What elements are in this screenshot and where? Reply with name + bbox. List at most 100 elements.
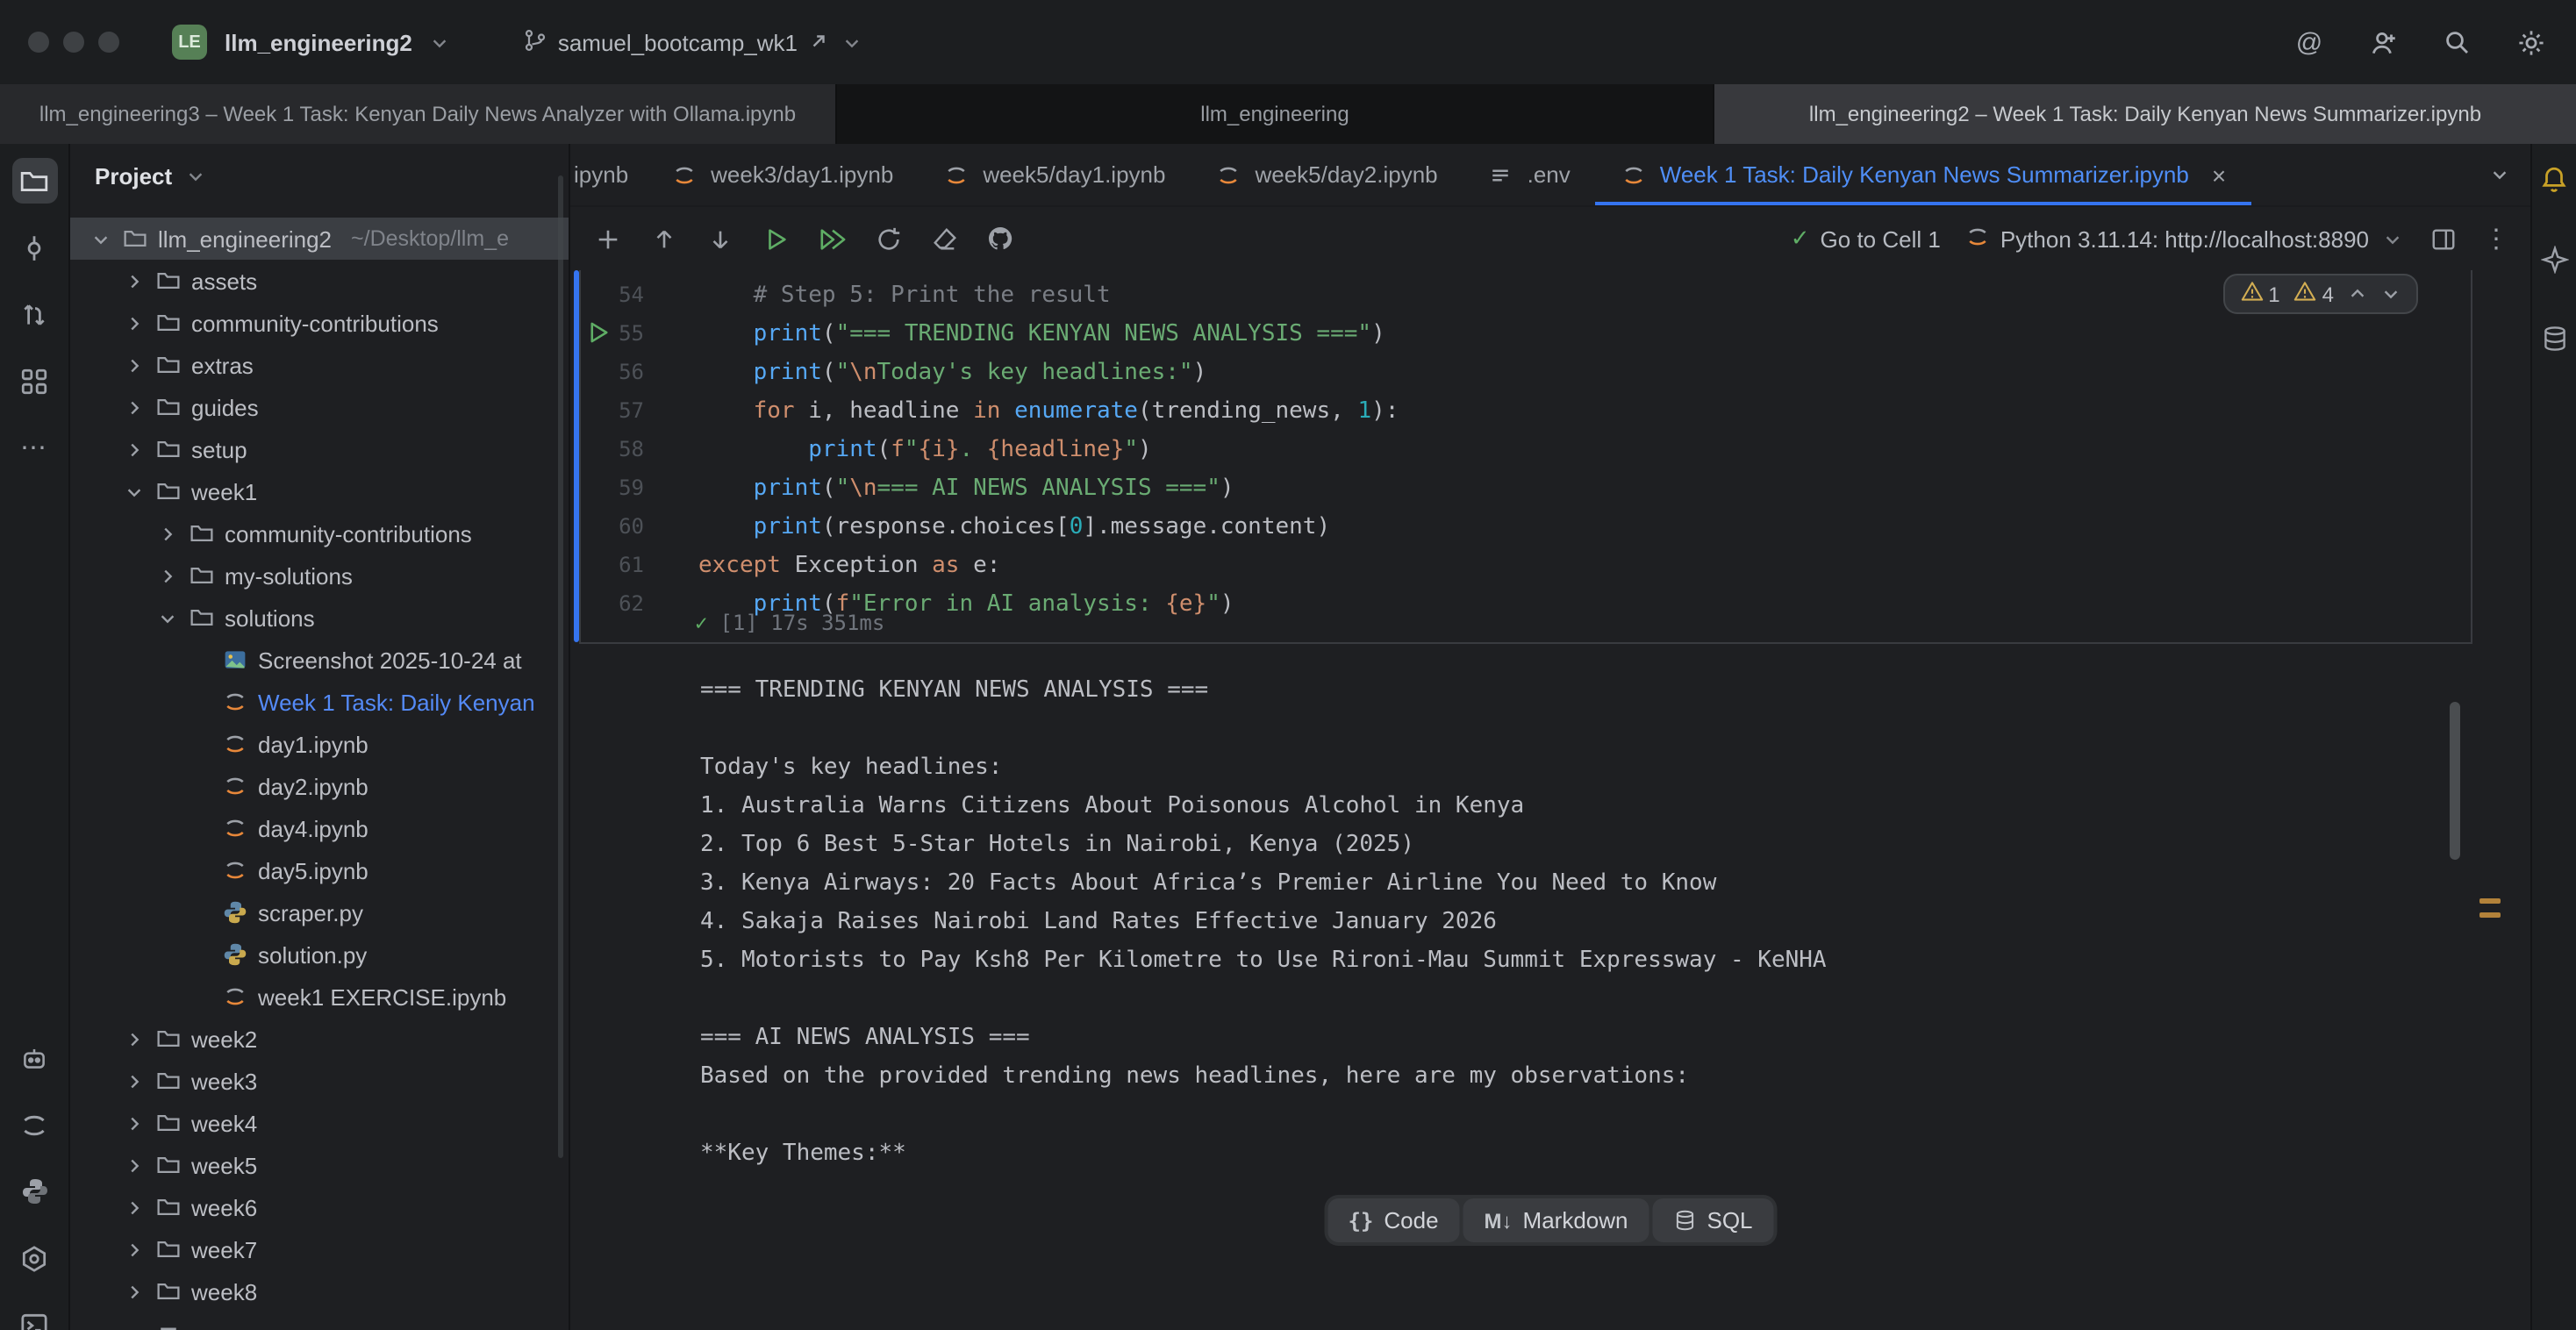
chevron-closed-icon[interactable] xyxy=(121,1113,146,1133)
minimize-window-button[interactable] xyxy=(63,32,84,53)
zoom-window-button[interactable] xyxy=(98,32,119,53)
tree-item[interactable]: day5.ipynb xyxy=(70,849,569,891)
tree-item[interactable]: .env xyxy=(70,1312,569,1330)
tree-item[interactable]: week4 xyxy=(70,1102,569,1144)
structure-tool-icon[interactable] xyxy=(11,358,57,404)
ai-chat-icon[interactable] xyxy=(2540,246,2568,279)
ai-assistant-tool-icon[interactable] xyxy=(11,1035,57,1081)
editor-tab[interactable]: week5/day1.ipynb xyxy=(918,144,1190,205)
chevron-open-icon[interactable] xyxy=(88,229,112,248)
search-icon[interactable] xyxy=(2439,25,2474,60)
tree-item[interactable]: guides xyxy=(70,386,569,428)
code-cell[interactable]: 54 # Step 5: Print the result55 print("=… xyxy=(579,275,2471,623)
run-cell-icon[interactable] xyxy=(760,223,791,254)
tree-item[interactable]: scraper.py xyxy=(70,891,569,933)
chevron-closed-icon[interactable] xyxy=(121,1029,146,1048)
tree-item[interactable]: week1 xyxy=(70,470,569,512)
database-icon[interactable] xyxy=(2540,325,2568,358)
tree-item[interactable]: Week 1 Task: Daily Kenyan xyxy=(70,681,569,723)
tree-item[interactable]: week2 xyxy=(70,1018,569,1060)
project-tool-icon[interactable] xyxy=(11,158,57,204)
tree-item[interactable]: week7 xyxy=(70,1228,569,1270)
output-scrollbar[interactable] xyxy=(2450,702,2460,860)
chevron-down-icon[interactable] xyxy=(430,32,449,52)
tree-item[interactable]: setup xyxy=(70,428,569,470)
go-to-cell-button[interactable]: ✓ Go to Cell 1 xyxy=(1791,225,1941,253)
editor-tab[interactable]: Week 1 Task: Daily Kenyan News Summarize… xyxy=(1595,144,2250,205)
tree-item[interactable]: day2.ipynb xyxy=(70,765,569,807)
vcs-widget[interactable]: samuel_bootcamp_wk1 xyxy=(523,27,861,57)
window-tab[interactable]: llm_engineering2 – Week 1 Task: Daily Ke… xyxy=(1714,84,2576,144)
settings-gear-icon[interactable] xyxy=(2513,25,2548,60)
tree-item[interactable]: extras xyxy=(70,344,569,386)
move-cell-down-icon[interactable] xyxy=(704,223,735,254)
close-window-button[interactable] xyxy=(28,32,49,53)
window-tab[interactable]: llm_engineering3 – Week 1 Task: Kenyan D… xyxy=(0,84,837,144)
editor-tab[interactable]: week5/day2.ipynb xyxy=(1190,144,1462,205)
mentions-icon[interactable]: @ xyxy=(2292,25,2327,60)
run-cell-gutter-icon[interactable] xyxy=(590,321,609,351)
more-options-icon[interactable]: ⋮ xyxy=(2483,223,2509,254)
next-problem-icon[interactable] xyxy=(2381,284,2401,304)
tree-item[interactable]: Screenshot 2025-10-24 at xyxy=(70,639,569,681)
add-markdown-cell-button[interactable]: M↓Markdown xyxy=(1463,1198,1649,1242)
chevron-closed-icon[interactable] xyxy=(121,1198,146,1217)
tree-item[interactable]: day1.ipynb xyxy=(70,723,569,765)
split-editor-icon[interactable] xyxy=(2427,223,2458,254)
tree-item[interactable]: day4.ipynb xyxy=(70,807,569,849)
tree-item[interactable]: week1 EXERCISE.ipynb xyxy=(70,976,569,1018)
kernel-selector[interactable]: Python 3.11.14: http://localhost:8890 xyxy=(1965,224,2402,254)
services-tool-icon[interactable] xyxy=(11,1235,57,1281)
chevron-open-icon[interactable] xyxy=(154,608,179,627)
tree-item[interactable]: llm_engineering2~/Desktop/llm_e xyxy=(70,218,569,260)
chevron-closed-icon[interactable] xyxy=(121,313,146,332)
window-tab[interactable]: llm_engineering xyxy=(837,84,1714,144)
restart-kernel-icon[interactable] xyxy=(872,223,904,254)
add-cell-icon[interactable] xyxy=(591,223,623,254)
tree-item[interactable]: week8 xyxy=(70,1270,569,1312)
tree-item[interactable]: solutions xyxy=(70,597,569,639)
tree-item[interactable]: solution.py xyxy=(70,933,569,976)
error-stripe-mark[interactable] xyxy=(2479,912,2501,918)
pull-requests-tool-icon[interactable] xyxy=(11,291,57,337)
chevron-closed-icon[interactable] xyxy=(121,1282,146,1301)
tree-item[interactable]: community-contributions xyxy=(70,302,569,344)
jupyter-tool-icon[interactable] xyxy=(11,1102,57,1148)
project-panel-header[interactable]: Project xyxy=(70,144,569,207)
move-cell-up-icon[interactable] xyxy=(648,223,679,254)
notifications-icon[interactable] xyxy=(2539,165,2569,200)
chevron-closed-icon[interactable] xyxy=(121,271,146,290)
prev-problem-icon[interactable] xyxy=(2348,284,2367,304)
add-code-cell-button[interactable]: {}Code xyxy=(1327,1198,1459,1242)
chevron-closed-icon[interactable] xyxy=(121,1071,146,1090)
commit-tool-icon[interactable] xyxy=(11,225,57,270)
tree-item[interactable]: my-solutions xyxy=(70,554,569,597)
notebook-editor[interactable]: 54 # Step 5: Print the result55 print("=… xyxy=(570,270,2530,1330)
chevron-closed-icon[interactable] xyxy=(121,440,146,459)
python-packages-tool-icon[interactable] xyxy=(11,1169,57,1214)
chevron-closed-icon[interactable] xyxy=(121,355,146,375)
chevron-closed-icon[interactable] xyxy=(121,1240,146,1259)
editor-tab[interactable]: .env xyxy=(1463,144,1595,205)
error-stripe-mark[interactable] xyxy=(2479,898,2501,904)
tree-item[interactable]: week6 xyxy=(70,1186,569,1228)
clear-outputs-icon[interactable] xyxy=(928,223,960,254)
github-icon[interactable] xyxy=(984,223,1016,254)
warning-badge[interactable]: 4 xyxy=(2294,281,2334,307)
project-scrollbar[interactable] xyxy=(558,175,563,1158)
chevron-closed-icon[interactable] xyxy=(154,524,179,543)
tree-item[interactable]: week3 xyxy=(70,1060,569,1102)
chevron-closed-icon[interactable] xyxy=(121,1155,146,1175)
project-switcher[interactable]: llm_engineering2 xyxy=(225,29,412,55)
chevron-closed-icon[interactable] xyxy=(121,397,146,417)
add-sql-cell-button[interactable]: SQL xyxy=(1652,1198,1773,1242)
more-tool-windows-icon[interactable]: ⋯ xyxy=(11,425,57,470)
tabs-overflow-chevron-icon[interactable] xyxy=(2469,144,2530,205)
terminal-tool-icon[interactable] xyxy=(11,1302,57,1330)
editor-tab[interactable]: week3/day1.ipynb xyxy=(646,144,918,205)
editor-tab[interactable]: ipynb xyxy=(570,144,646,205)
run-all-cells-icon[interactable] xyxy=(816,223,848,254)
tree-item[interactable]: assets xyxy=(70,260,569,302)
tree-item[interactable]: community-contributions xyxy=(70,512,569,554)
inspections-widget[interactable]: 14 xyxy=(2222,274,2418,314)
